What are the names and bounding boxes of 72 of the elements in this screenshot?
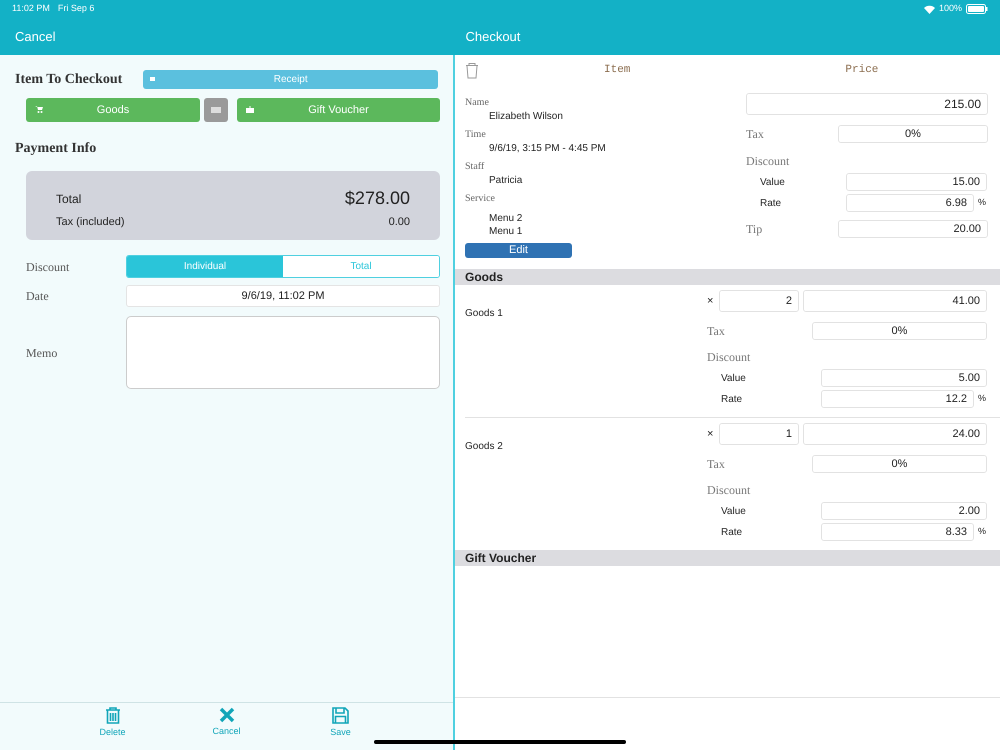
- quantity-field[interactable]: 1: [719, 423, 799, 445]
- tax-label: Tax: [707, 456, 725, 473]
- status-time: 11:02 PM: [12, 2, 50, 16]
- field-value: Elizabeth Wilson: [489, 111, 564, 123]
- field-label: Service: [465, 192, 496, 206]
- multiply-sign: ×: [707, 294, 714, 309]
- date-field[interactable]: 9/6/19, 11:02 PM: [126, 285, 440, 307]
- trash-icon[interactable]: [465, 62, 479, 78]
- discount-label: Discount: [26, 258, 70, 276]
- value-label: Value: [760, 176, 786, 190]
- field-label: Name: [465, 96, 490, 110]
- trash-icon: [104, 707, 120, 724]
- edit-button[interactable]: Edit: [465, 243, 572, 258]
- goods-name: Goods 2: [465, 440, 504, 454]
- date-label: Date: [26, 288, 50, 305]
- tax-field[interactable]: 0%: [838, 125, 988, 143]
- gift-icon: [246, 106, 254, 113]
- window-title: Checkout: [465, 28, 520, 46]
- cart-icon: [35, 106, 43, 113]
- rate-label: Rate: [760, 196, 782, 210]
- column-header: Item: [604, 62, 630, 78]
- total-label: Total: [56, 190, 82, 208]
- section-heading: Item To Checkout: [15, 71, 124, 89]
- field-value: Patricia: [489, 175, 524, 187]
- discount-value-field[interactable]: 5.00: [821, 369, 987, 387]
- rate-label: Rate: [721, 526, 744, 540]
- section-header: Gift Voucher: [455, 550, 1000, 566]
- percent-sign: %: [978, 525, 986, 538]
- field-value: Menu 2: [489, 213, 524, 225]
- discount-rate-field[interactable]: 8.33: [821, 523, 974, 541]
- quantity-field[interactable]: 2: [719, 290, 799, 312]
- section-heading: Payment Info: [15, 140, 98, 158]
- battery-icon: [966, 4, 988, 14]
- tax-amount: 0.00: [388, 215, 410, 230]
- percent-sign: %: [978, 196, 986, 210]
- wifi-icon: [924, 4, 935, 14]
- memo-label: Memo: [26, 344, 58, 362]
- rate-label: Rate: [721, 392, 744, 406]
- tax-field[interactable]: 0%: [812, 455, 987, 473]
- tip-label: Tip: [746, 221, 762, 238]
- section-header: Goods: [455, 269, 1000, 285]
- tax-field[interactable]: 0%: [812, 322, 987, 340]
- discount-rate-field[interactable]: 6.98: [846, 194, 974, 212]
- tax-label: Tax (included): [56, 215, 124, 230]
- discount-label: Discount: [707, 349, 752, 366]
- discount-rate-field[interactable]: 12.2: [821, 390, 974, 408]
- value-label: Value: [721, 504, 747, 518]
- discount-value-field[interactable]: 2.00: [821, 502, 987, 520]
- tax-label: Tax: [746, 126, 764, 143]
- total-amount: $278.00: [344, 187, 410, 210]
- discount-value-field[interactable]: 15.00: [846, 173, 987, 191]
- discount-label: Discount: [746, 153, 790, 170]
- status-date: Fri Sep 6: [58, 2, 94, 16]
- field-value: 9/6/19, 3:15 PM - 4:45 PM: [489, 143, 607, 155]
- goods-name: Goods 1: [465, 307, 504, 321]
- percent-sign: %: [978, 392, 986, 406]
- battery-percent: 100%: [938, 2, 962, 16]
- discount-label: Discount: [707, 482, 752, 499]
- field-value: Menu 1: [489, 226, 524, 238]
- close-icon: [218, 707, 234, 723]
- barcode-button[interactable]: [204, 98, 228, 122]
- memo-field[interactable]: [126, 316, 440, 389]
- column-header: Price: [845, 62, 878, 78]
- price-field[interactable]: 41.00: [803, 290, 987, 312]
- tip-field[interactable]: 20.00: [838, 220, 988, 238]
- multiply-sign: ×: [707, 426, 714, 442]
- price-field[interactable]: 215.00: [746, 93, 988, 115]
- field-label: Time: [465, 128, 487, 142]
- tax-label: Tax: [707, 323, 725, 340]
- price-field[interactable]: 24.00: [803, 423, 987, 445]
- field-label: Staff: [465, 160, 486, 174]
- value-label: Value: [721, 372, 747, 386]
